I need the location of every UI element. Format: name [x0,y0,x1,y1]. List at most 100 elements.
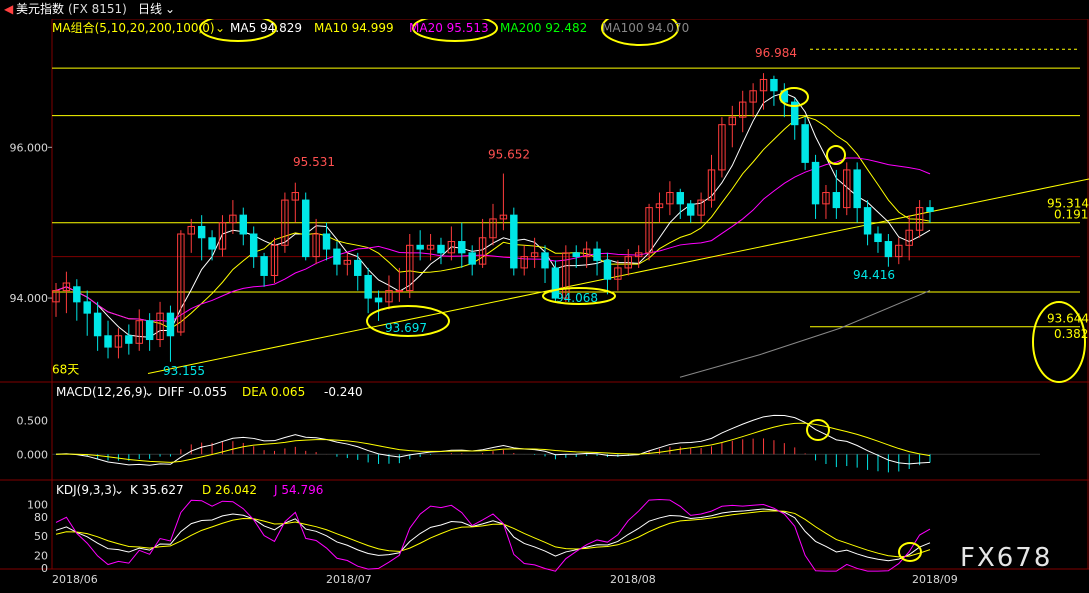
candle-body [322,233,331,250]
ma20-value: MA20 95.513 [409,21,489,35]
candle [239,207,248,246]
candle [822,185,830,219]
fib-ratio-1: 0.191 [1054,208,1088,222]
candle-body [884,241,893,258]
candle [541,245,549,283]
candle [437,237,445,265]
candle [229,200,237,234]
candle [874,226,882,253]
candle [926,200,934,223]
low-label-0: 93.155 [163,364,205,378]
candle [333,241,341,276]
candle-body [260,256,268,276]
candle-body [510,214,518,269]
candle [707,154,716,208]
candle-body [926,207,934,212]
days-label: 68天 [52,362,79,376]
j-value: J 54.796 [274,483,324,497]
candle [208,230,216,261]
candle-body [374,297,383,303]
low-label-1: 93.697 [385,321,427,335]
chart-canvas: 96.98495.53195.65293.69794.06893.15594.4… [0,10,1089,586]
k-value: K 35.627 [130,483,184,497]
ma-chevron-down-icon[interactable]: ⌄ [215,19,225,37]
candle [791,98,799,140]
candle [260,252,268,287]
candle-body [249,233,258,258]
candle [510,207,518,276]
ma5-value: MA5 94.829 [230,21,302,35]
ma-group-label[interactable]: MA组合(5,10,20,200,100,0) [52,19,215,37]
candle-body [686,203,695,216]
candle [197,215,206,261]
candle-body [197,225,206,239]
d-value: D 26.042 [202,483,258,497]
candle [478,218,487,268]
candle [520,245,528,276]
candle [811,154,820,219]
period-selector[interactable]: 日线 [138,0,162,19]
candle [166,305,175,362]
kdj-label[interactable]: KDJ(9,3,3) [56,482,117,498]
x-tick-label: 2018/06 [52,573,98,586]
diff-value: DIFF -0.055 [158,385,228,399]
candle [364,267,372,314]
candle [759,73,768,110]
kdj-y-tick-label: 50 [34,530,48,543]
macd-label[interactable]: MACD(12,26,9) [56,384,147,400]
candle-body [572,252,580,258]
candle [593,241,601,276]
j-line [55,499,931,572]
highlight-circle-8 [806,419,830,441]
symbol-code: (FX 8151) [68,2,127,16]
candle [645,203,653,261]
ma100-value: MA100 94.070 [602,21,690,35]
macd-y-tick-label: 0.000 [17,448,49,461]
candle-body [593,248,601,261]
candle-body [874,233,882,243]
candle-body [541,252,549,269]
candle [52,283,60,317]
candle [322,222,331,261]
candle [145,313,154,351]
highlight-circle-9 [898,542,922,562]
candle [770,75,778,106]
candle [655,192,664,223]
candle-body [811,161,820,205]
candle [104,320,112,359]
candle-body [853,169,861,209]
candle-body [208,237,216,250]
peak-label-2: 95.652 [488,148,530,162]
candle [354,252,362,291]
x-tick-label: 2018/07 [326,573,372,586]
candle [749,83,757,118]
kdj-chevron-down-icon[interactable]: ⌄ [114,482,124,498]
candle-body [104,335,112,348]
candle [447,226,456,261]
symbol-name: 美元指数 [16,2,65,16]
candle [83,290,91,336]
candle-body [832,192,841,209]
macd-chevron-down-icon[interactable]: ⌄ [144,384,154,400]
period-chevron-down-icon[interactable]: ⌄ [165,0,175,19]
candle [718,117,726,178]
candle-body [239,214,248,235]
candle-body [437,244,445,254]
candle-body [166,312,175,337]
candle-body [676,192,685,205]
macd-value: -0.240 [324,385,363,399]
candle [905,215,913,261]
candle [895,237,903,265]
menu-icon[interactable]: ◀ [4,0,13,19]
high-label: 96.984 [755,46,797,60]
candle-body [863,207,872,235]
ma200-value: MA200 92.482 [500,21,588,35]
candle-body [468,252,476,265]
kdj-y-tick-label: 80 [34,511,48,524]
candle [468,245,476,276]
highlight-circle-6 [826,145,846,165]
ma10-value: MA10 94.999 [314,21,394,35]
candle [114,328,123,359]
candle-body [416,244,424,250]
low-label-3: 94.416 [853,268,895,282]
